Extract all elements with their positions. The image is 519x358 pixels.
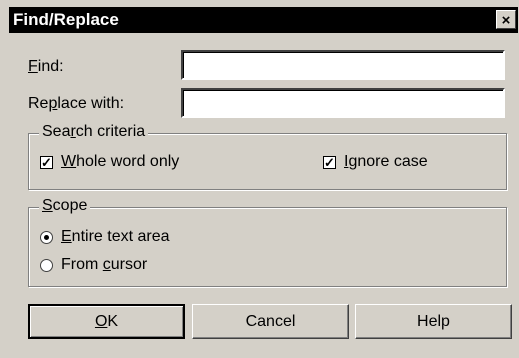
cancel-button[interactable]: Cancel bbox=[192, 304, 349, 339]
checkmark-icon: ✓ bbox=[323, 154, 336, 170]
close-button[interactable]: × bbox=[496, 10, 516, 29]
radio-selected-icon bbox=[40, 230, 53, 244]
from-cursor-label: From cursor bbox=[61, 256, 148, 273]
whole-word-label: Whole word only bbox=[61, 153, 180, 170]
from-cursor-radio[interactable]: From cursor bbox=[40, 256, 147, 274]
replace-input[interactable] bbox=[181, 88, 505, 118]
search-criteria-title: Search criteria bbox=[39, 123, 149, 141]
title-bar[interactable]: Find/Replace × bbox=[9, 7, 518, 33]
entire-text-radio[interactable]: Entire text area bbox=[40, 228, 170, 246]
entire-text-label: Entire text area bbox=[61, 228, 170, 245]
find-input[interactable] bbox=[181, 50, 505, 80]
ignore-case-label: Ignore case bbox=[344, 153, 428, 170]
checkmark-icon: ✓ bbox=[40, 154, 53, 170]
whole-word-checkbox[interactable]: ✓ Whole word only bbox=[40, 153, 179, 171]
ok-button[interactable]: OK bbox=[28, 304, 185, 339]
find-label: Find: bbox=[28, 58, 64, 75]
close-icon: × bbox=[501, 12, 511, 29]
help-button[interactable]: Help bbox=[355, 304, 512, 339]
dialog-title: Find/Replace bbox=[13, 10, 119, 29]
scope-group: Scope bbox=[28, 197, 507, 287]
radio-unselected-icon bbox=[40, 258, 53, 272]
scope-title: Scope bbox=[39, 197, 91, 215]
find-replace-dialog: Find/Replace × Find: Replace with: Searc… bbox=[0, 0, 519, 358]
replace-label: Replace with: bbox=[28, 95, 125, 112]
ignore-case-checkbox[interactable]: ✓ Ignore case bbox=[323, 153, 428, 171]
